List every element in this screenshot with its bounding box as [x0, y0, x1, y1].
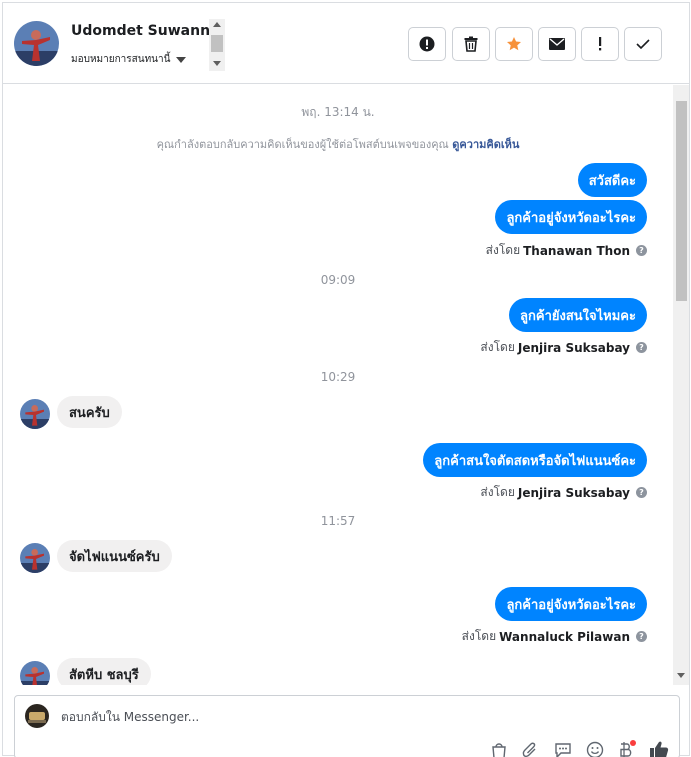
sender-name: Jenjira Suksabay: [517, 340, 630, 355]
done-button[interactable]: [624, 27, 662, 61]
outgoing-message[interactable]: ลูกค้าสนใจตัดสดหรือจัดไฟแนนซ์คะ: [423, 443, 647, 477]
view-comment-link[interactable]: ดูความคิดเห็น: [452, 138, 519, 151]
sent-by-prefix: ส่งโดย: [480, 485, 515, 499]
assign-conversation-dropdown[interactable]: มอบหมายการสนทนานี้: [71, 52, 187, 67]
notification-dot: [630, 740, 636, 746]
timestamp: 11:57: [320, 514, 356, 528]
comment-reply-notice: คุณกำลังตอบกลับความคิดเห็นของผู้ใช้ต่อโพ…: [3, 135, 673, 153]
reply-input[interactable]: [61, 710, 461, 724]
delete-button[interactable]: [452, 27, 490, 61]
exclamation-icon: [599, 37, 602, 51]
conversation-header: Udomdet Suwannasri มอบหมายการสนทนานี้: [3, 3, 689, 84]
envelope-icon: [549, 38, 565, 50]
incoming-message[interactable]: สนครับ: [57, 396, 122, 428]
paperclip-icon[interactable]: [520, 740, 540, 757]
help-icon[interactable]: ?: [636, 245, 647, 256]
timestamp: 09:09: [320, 273, 356, 287]
saved-reply-icon[interactable]: [553, 740, 573, 757]
reply-composer: [14, 695, 680, 757]
sent-by-label: ส่งโดย Jenjira Suksabay ?: [480, 338, 647, 357]
thumbs-up-icon[interactable]: [649, 740, 669, 757]
contact-avatar[interactable]: [20, 399, 50, 429]
sent-by-label: ส่งโดย Jenjira Suksabay ?: [480, 483, 647, 502]
mark-important-button[interactable]: [408, 27, 446, 61]
notice-text: คุณกำลังตอบกลับความคิดเห็นของผู้ใช้ต่อโพ…: [156, 138, 449, 151]
timestamp: 10:29: [320, 370, 356, 384]
message-thread[interactable]: พฤ. 13:14 น. คุณกำลังตอบกลับความคิดเห็นข…: [3, 85, 689, 685]
sent-by-label: ส่งโดย Wannaluck Pilawan ?: [462, 627, 647, 646]
scroll-thumb[interactable]: [676, 101, 687, 301]
contact-avatar[interactable]: [14, 21, 59, 66]
contact-name[interactable]: Udomdet Suwannasri: [71, 23, 211, 39]
contact-avatar[interactable]: [20, 543, 50, 573]
sent-by-prefix: ส่งโดย: [480, 340, 515, 354]
sent-by-prefix: ส่งโดย: [461, 629, 497, 643]
outgoing-message[interactable]: ลูกค้ายังสนใจไหมคะ: [509, 298, 647, 332]
star-icon: [507, 37, 521, 51]
outgoing-message[interactable]: สวัสดีคะ: [577, 163, 647, 197]
check-icon: [636, 39, 650, 50]
baht-payment-icon[interactable]: [616, 740, 636, 757]
trash-icon: [464, 36, 478, 52]
contact-avatar[interactable]: [20, 661, 50, 685]
timestamp: พฤ. 13:14 น.: [301, 105, 375, 119]
sender-name: Wannaluck Pilawan: [499, 629, 630, 644]
emoji-icon[interactable]: [585, 740, 605, 757]
scroll-down-arrow-icon[interactable]: [677, 673, 685, 678]
help-icon[interactable]: ?: [636, 631, 647, 642]
incoming-message[interactable]: จัดไฟแนนซ์ครับ: [57, 540, 172, 572]
scroll-down-arrow-icon[interactable]: [213, 61, 221, 66]
header-scrollbar[interactable]: [209, 19, 225, 71]
sent-by-prefix: ส่งโดย: [485, 243, 521, 257]
mark-unread-button[interactable]: [538, 27, 576, 61]
sent-by-label: ส่งโดย Thanawan Thon ?: [486, 241, 647, 260]
incoming-message[interactable]: สัตหีบ ชลบุรี: [57, 658, 151, 685]
assign-label: มอบหมายการสนทนานี้: [71, 54, 171, 65]
help-icon[interactable]: ?: [636, 487, 647, 498]
thread-scrollbar[interactable]: [673, 85, 689, 685]
page-avatar: [25, 704, 49, 728]
shopping-bag-icon[interactable]: [489, 740, 509, 757]
outgoing-message[interactable]: ลูกค้าอยู่จังหวัดอะไรคะ: [495, 587, 647, 621]
spam-button[interactable]: [581, 27, 619, 61]
caret-down-icon: [176, 56, 187, 63]
alert-icon: [419, 36, 435, 52]
star-button[interactable]: [495, 27, 533, 61]
scroll-thumb[interactable]: [211, 35, 223, 52]
sender-name: Jenjira Suksabay: [517, 485, 630, 500]
help-icon[interactable]: ?: [636, 342, 647, 353]
outgoing-message[interactable]: ลูกค้าอยู่จังหวัดอะไรคะ: [495, 200, 647, 234]
sender-name: Thanawan Thon: [523, 243, 630, 258]
conversation-panel: Udomdet Suwannasri มอบหมายการสนทนานี้: [2, 2, 690, 757]
scroll-up-arrow-icon[interactable]: [213, 22, 221, 27]
